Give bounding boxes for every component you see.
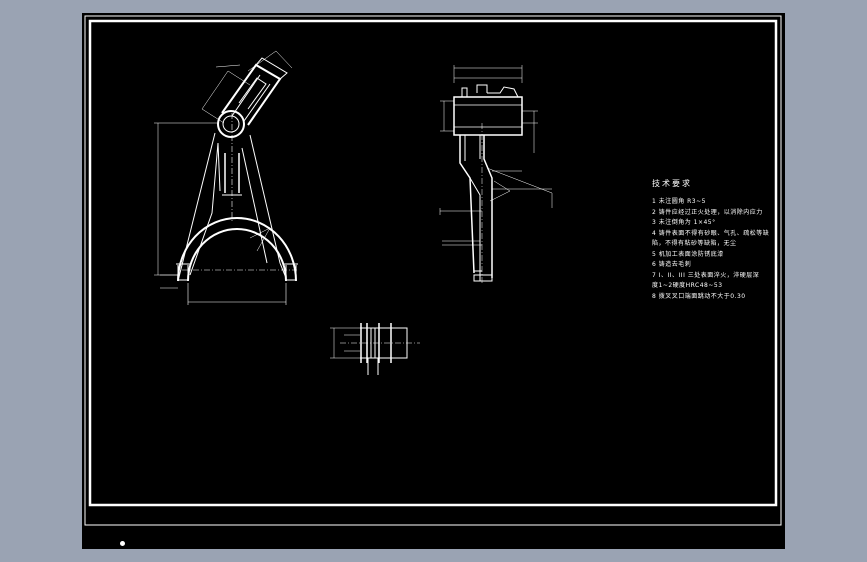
technical-requirements: 技术要求 1 未注圆角 R3~5 2 铸件应经过正火处理，以消除内应力 3 未注… xyxy=(652,178,769,302)
tech-note: 5 机加工表面涂防锈底漆 xyxy=(652,250,724,258)
fork-side-view xyxy=(439,65,553,285)
tech-note: 1 未注圆角 R3~5 xyxy=(652,198,706,205)
cad-viewport[interactable]: 技术要求 1 未注圆角 R3~5 2 铸件应经过正火处理，以消除内应力 3 未注… xyxy=(82,13,785,549)
fork-front-view xyxy=(154,50,298,305)
tech-title: 技术要求 xyxy=(652,179,692,188)
detail-section-view xyxy=(330,323,420,375)
tech-note: 2 铸件应经过正火处理，以消除内应力 xyxy=(652,208,763,216)
tech-note: 6 铸造去毛刺 xyxy=(652,261,692,268)
tech-note: 3 未注倒角为 1×45° xyxy=(652,219,716,226)
tech-note: 7 I、II、III 三处表面淬火，淬硬层深 xyxy=(652,271,760,279)
tech-note: 8 拨叉叉口端面跳动不大于0.30 xyxy=(652,292,746,300)
tech-note: 陷，不得有粘砂等缺陷，无尘 xyxy=(652,240,737,247)
tech-note: 度1~2硬度HRC48~53 xyxy=(652,282,723,289)
ucs-origin-icon xyxy=(120,541,125,546)
tech-note: 4 铸件表面不得有砂眼、气孔、疏松等缺 xyxy=(652,229,770,237)
